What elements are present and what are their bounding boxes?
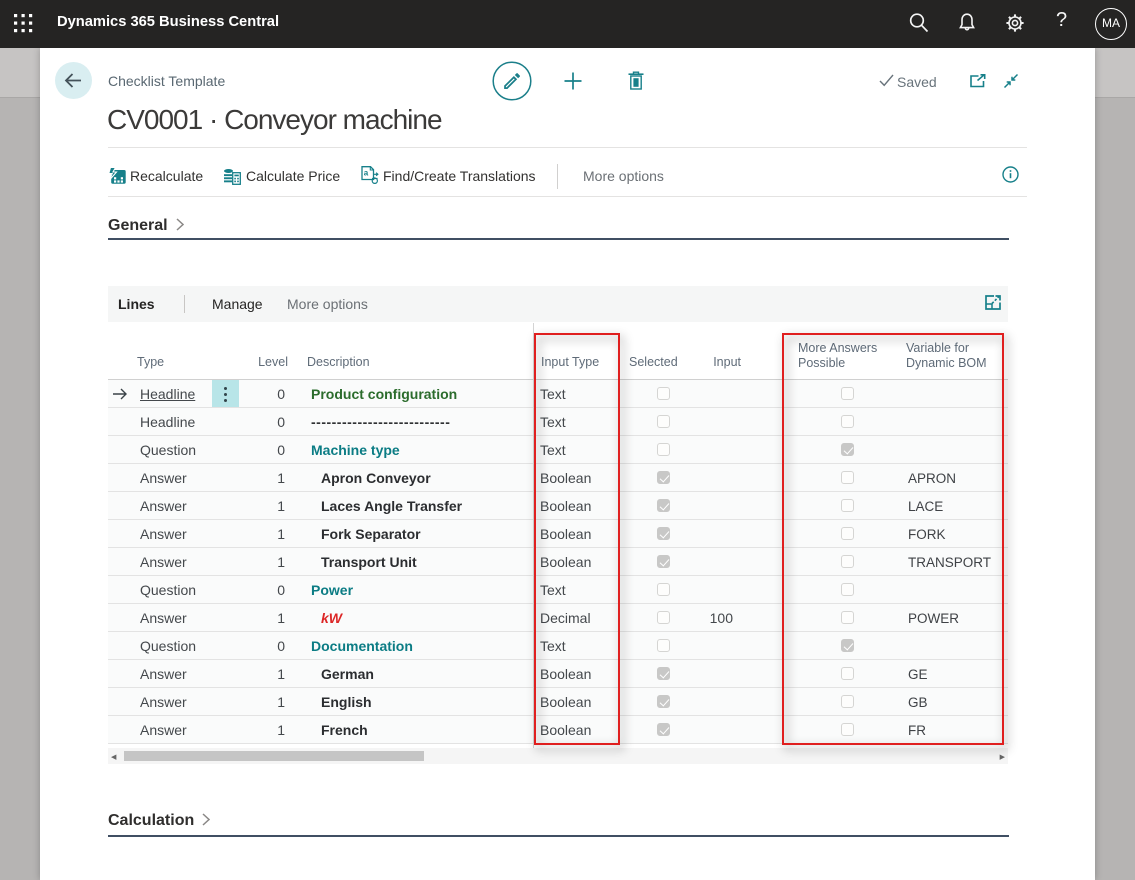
svg-text:a: a xyxy=(364,169,369,178)
